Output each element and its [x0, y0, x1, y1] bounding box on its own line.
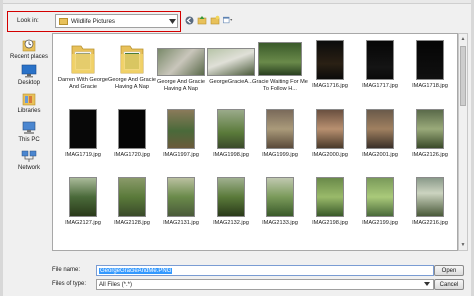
- libraries-icon: [21, 92, 37, 106]
- place-this-pc[interactable]: This PC: [8, 121, 50, 143]
- place-network[interactable]: Network: [8, 149, 50, 171]
- image-thumbnail: [316, 40, 344, 80]
- window-top-edge: [0, 0, 474, 4]
- file-item[interactable]: IMAG2132.jpg: [206, 175, 256, 241]
- file-item[interactable]: IMAG2127.jpg: [58, 175, 108, 241]
- file-item[interactable]: IMAG1720.jpg: [107, 107, 157, 173]
- image-thumbnail: [366, 177, 394, 217]
- file-list[interactable]: Darren With George And Gracie George And …: [52, 33, 458, 251]
- file-name-input[interactable]: GeorgeGracieAndMe.PNG: [96, 265, 434, 276]
- file-item[interactable]: IMAG2198.jpg: [305, 175, 355, 241]
- look-in-label: Look in:: [17, 17, 39, 24]
- folder-toolbar: [184, 14, 233, 26]
- folder-icon: [120, 42, 144, 74]
- up-folder-icon[interactable]: [197, 14, 207, 26]
- file-item[interactable]: GeorgeGracieA...: [206, 38, 256, 104]
- file-item[interactable]: IMAG2131.jpg: [156, 175, 206, 241]
- folder-icon: [59, 17, 68, 25]
- file-item[interactable]: Gracie Waiting For Me To Follow H...: [252, 38, 308, 104]
- file-item[interactable]: IMAG1719.jpg: [58, 107, 108, 173]
- file-item[interactable]: IMAG2000.jpg: [305, 107, 355, 173]
- image-thumbnail: [167, 177, 195, 217]
- file-item[interactable]: IMAG2216.jpg: [405, 175, 455, 241]
- file-name: IMAG1718.jpg: [412, 83, 448, 89]
- new-folder-icon[interactable]: [210, 14, 220, 26]
- image-thumbnail: [316, 109, 344, 149]
- image-thumbnail: [157, 48, 205, 76]
- folder-item[interactable]: Darren With George And Gracie: [58, 38, 108, 104]
- file-item[interactable]: IMAG2126.jpg: [405, 107, 455, 173]
- place-recent[interactable]: Recent places: [8, 38, 50, 60]
- view-menu-icon[interactable]: [223, 14, 233, 26]
- open-button[interactable]: Open: [434, 265, 464, 276]
- file-item[interactable]: IMAG1717.jpg: [355, 38, 405, 104]
- desktop-icon: [21, 64, 37, 78]
- image-thumbnail: [266, 177, 294, 217]
- back-icon[interactable]: [184, 14, 194, 26]
- folder-item[interactable]: George And Gracie Having A Nap: [107, 38, 157, 104]
- image-thumbnail: [118, 109, 146, 149]
- file-item[interactable]: IMAG1997.jpg: [156, 107, 206, 173]
- scrollbar-thumb[interactable]: [460, 46, 466, 106]
- file-name: IMAG2126.jpg: [412, 152, 448, 158]
- image-thumbnail: [366, 40, 394, 80]
- file-item[interactable]: IMAG1998.jpg: [206, 107, 256, 173]
- file-name-label: File name:: [52, 267, 81, 273]
- image-thumbnail: [258, 42, 302, 76]
- file-type-select[interactable]: All Files (*.*): [96, 279, 434, 290]
- image-thumbnail: [416, 109, 444, 149]
- file-name: IMAG2216.jpg: [412, 220, 448, 226]
- file-item[interactable]: IMAG1716.jpg: [305, 38, 355, 104]
- place-label: This PC: [18, 137, 40, 143]
- image-thumbnail: [69, 177, 97, 217]
- network-icon: [21, 149, 37, 163]
- folder-icon: [71, 42, 95, 74]
- image-thumbnail: [416, 177, 444, 217]
- place-label: Libraries: [17, 108, 41, 114]
- look-in-value: Wildlife Pictures: [71, 17, 116, 25]
- image-thumbnail: [167, 109, 195, 149]
- file-type-value: All Files (*.*): [99, 281, 133, 288]
- scroll-down-arrow-icon[interactable]: ▼: [459, 240, 467, 250]
- file-name-value: GeorgeGracieAndMe.PNG: [99, 267, 173, 274]
- window-left-edge: [0, 0, 3, 296]
- cancel-button[interactable]: Cancel: [434, 279, 464, 290]
- place-label: Recent places: [9, 54, 49, 60]
- file-item[interactable]: George And Gracie Having A Nap: [156, 38, 206, 104]
- place-label: Desktop: [17, 80, 40, 86]
- chevron-down-icon[interactable]: [424, 281, 433, 288]
- file-item[interactable]: IMAG2199.jpg: [355, 175, 405, 241]
- chevron-down-icon[interactable]: [167, 15, 177, 27]
- image-thumbnail: [416, 40, 444, 80]
- image-thumbnail: [266, 109, 294, 149]
- file-item[interactable]: IMAG1999.jpg: [255, 107, 305, 173]
- image-thumbnail: [316, 177, 344, 217]
- recent-places-icon: [21, 38, 37, 52]
- file-type-label: Files of type:: [52, 281, 87, 287]
- place-desktop[interactable]: Desktop: [8, 64, 50, 86]
- file-item[interactable]: IMAG2001.jpg: [355, 107, 405, 173]
- image-thumbnail: [207, 48, 255, 76]
- file-item[interactable]: IMAG2133.jpg: [255, 175, 305, 241]
- image-thumbnail: [118, 177, 146, 217]
- look-in-combo[interactable]: Wildlife Pictures: [55, 14, 178, 28]
- image-thumbnail: [217, 109, 245, 149]
- file-item[interactable]: IMAG1718.jpg: [405, 38, 455, 104]
- place-label: Network: [17, 165, 40, 171]
- image-thumbnail: [366, 109, 394, 149]
- image-thumbnail: [217, 177, 245, 217]
- place-libraries[interactable]: Libraries: [8, 92, 50, 114]
- scroll-up-arrow-icon[interactable]: ▲: [459, 34, 467, 44]
- vertical-scrollbar[interactable]: ▲ ▼: [458, 33, 468, 251]
- file-item[interactable]: IMAG2128.jpg: [107, 175, 157, 241]
- image-thumbnail: [69, 109, 97, 149]
- computer-icon: [21, 121, 37, 135]
